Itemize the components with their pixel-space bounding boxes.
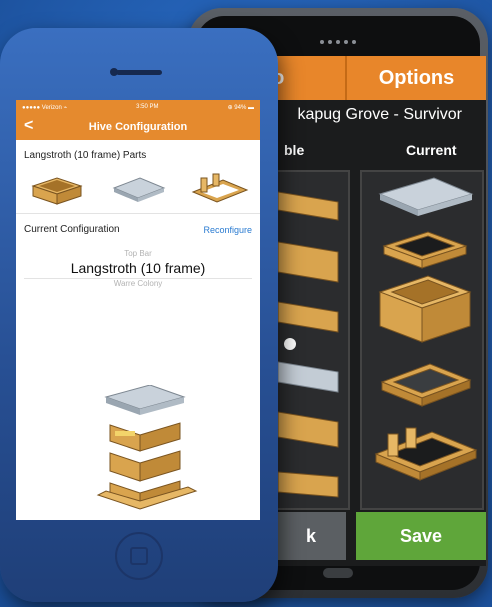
current-config-row: Current Configuration Reconfigure: [16, 214, 260, 245]
back-button[interactable]: k: [276, 512, 346, 560]
roof-part: [378, 177, 474, 216]
available-parts-illustration: [277, 191, 339, 498]
battery-label: ⊕ 94% ▬: [227, 104, 254, 111]
hive-box-part-icon[interactable]: [27, 170, 87, 210]
bottom-board-part-icon[interactable]: [189, 170, 249, 210]
reconfigure-link[interactable]: Reconfigure: [203, 225, 252, 235]
parts-section-title: Langstroth (10 frame) Parts: [24, 150, 147, 161]
save-button[interactable]: Save: [356, 512, 486, 560]
queen-excluder-part: [380, 363, 472, 407]
cover-part-icon[interactable]: [108, 170, 168, 210]
bottom-board-part: [374, 427, 478, 481]
parts-strip: [16, 167, 260, 214]
phone-device: ●●●●● Verizon ⌁ 3:50 PM ⊕ 94% ▬ < Hive C…: [0, 28, 278, 602]
phone-screen: ●●●●● Verizon ⌁ 3:50 PM ⊕ 94% ▬ < Hive C…: [16, 100, 260, 520]
picker-option-selected[interactable]: Langstroth (10 frame): [16, 260, 260, 276]
tablet-speaker: [320, 40, 356, 44]
hive-type-picker[interactable]: Top Bar Langstroth (10 frame) Warre Colo…: [16, 249, 260, 288]
clock-label: 3:50 PM: [136, 104, 159, 110]
tab-options[interactable]: Options: [347, 56, 486, 100]
tablet-home-button[interactable]: [323, 568, 353, 578]
picker-option-below[interactable]: Warre Colony: [16, 279, 260, 288]
available-column-header: ble: [284, 142, 305, 158]
current-column-header: Current: [406, 142, 457, 158]
current-hive-stack-illustration: [374, 177, 478, 481]
phone-speaker: [116, 70, 162, 75]
current-parts-panel[interactable]: [360, 170, 484, 510]
phone-home-button[interactable]: [115, 532, 163, 580]
status-bar: ●●●●● Verizon ⌁ 3:50 PM ⊕ 94% ▬: [16, 100, 260, 114]
current-config-label: Current Configuration: [24, 224, 120, 235]
page-title: Hive Configuration: [88, 121, 188, 133]
nav-bar: < Hive Configuration: [16, 114, 260, 140]
available-parts-panel[interactable]: [276, 170, 350, 510]
deep-box-part: [378, 275, 472, 343]
inner-cover-part: [382, 231, 468, 269]
carrier-label: ●●●●● Verizon ⌁: [22, 104, 68, 111]
picker-option-above[interactable]: Top Bar: [16, 249, 260, 258]
hive-stack-illustration: [96, 385, 198, 510]
